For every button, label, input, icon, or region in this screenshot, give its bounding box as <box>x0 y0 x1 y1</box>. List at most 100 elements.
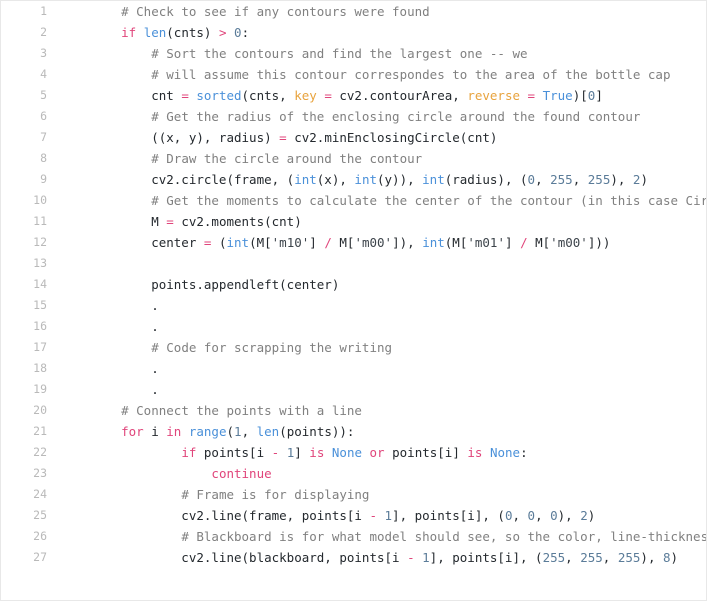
code-line: 22 if points[i - 1] is None or points[i]… <box>1 442 706 463</box>
code-token-op: - <box>369 508 377 523</box>
code-line-content[interactable]: . <box>61 295 706 316</box>
code-line-content[interactable]: # Draw the circle around the contour <box>61 148 706 169</box>
code-line: 5 cnt = sorted(cnts, key = cv2.contourAr… <box>1 85 706 106</box>
code-line-content[interactable]: # Sort the contours and find the largest… <box>61 43 706 64</box>
line-number[interactable]: 18 <box>1 358 61 379</box>
code-line-content[interactable]: # Code for scrapping the writing <box>61 337 706 358</box>
code-token-op: = <box>527 88 536 103</box>
line-number[interactable]: 13 <box>1 253 61 274</box>
code-token-bi: int <box>226 235 250 250</box>
line-number[interactable]: 15 <box>1 295 61 316</box>
code-token-num: 0 <box>527 508 536 523</box>
code-line: 6 # Get the radius of the enclosing circ… <box>1 106 706 127</box>
line-number[interactable]: 14 <box>1 274 61 295</box>
line-number[interactable]: 4 <box>1 64 61 85</box>
line-number[interactable]: 10 <box>1 190 61 211</box>
code-token-pl: cv2.line(frame, points[i <box>91 508 370 523</box>
code-token-pl: cv2.contourArea, <box>331 88 468 103</box>
code-line-content[interactable]: cv2.line(blackboard, points[i - 1], poin… <box>61 547 706 568</box>
line-number[interactable]: 12 <box>1 232 61 253</box>
code-token-pl: ), <box>640 550 663 565</box>
code-token-str: 'm00' <box>550 235 588 250</box>
code-token-num: 8 <box>663 550 671 565</box>
code-line-content[interactable]: center = (int(M['m10'] / M['m00']), int(… <box>61 232 706 253</box>
code-line-content[interactable]: # Check to see if any contours were foun… <box>61 1 706 22</box>
line-number[interactable]: 23 <box>1 463 61 484</box>
code-line-content[interactable]: cv2.circle(frame, (int(x), int(y)), int(… <box>61 169 706 190</box>
code-line-content[interactable]: M = cv2.moments(cnt) <box>61 211 706 232</box>
code-token-kw: if <box>181 445 197 460</box>
code-token-pl: ]), <box>392 235 423 250</box>
code-token-bi: range <box>188 424 227 439</box>
line-number[interactable]: 7 <box>1 127 61 148</box>
line-number[interactable]: 17 <box>1 337 61 358</box>
code-token-cmt: # Connect the points with a line <box>121 403 362 418</box>
code-token-kw: if <box>121 25 137 40</box>
line-number[interactable]: 5 <box>1 85 61 106</box>
line-number[interactable]: 2 <box>1 22 61 43</box>
line-number[interactable]: 27 <box>1 547 61 568</box>
line-number[interactable]: 9 <box>1 169 61 190</box>
code-line-content[interactable]: # will assume this contour correspondes … <box>61 64 706 85</box>
code-line-content[interactable]: # Get the radius of the enclosing circle… <box>61 106 706 127</box>
line-number[interactable]: 20 <box>1 400 61 421</box>
code-line-content[interactable]: # Blackboard is for what model should se… <box>61 526 706 547</box>
code-line-content[interactable] <box>61 253 706 274</box>
line-number[interactable]: 21 <box>1 421 61 442</box>
code-line-content[interactable]: cv2.line(frame, points[i - 1], points[i]… <box>61 505 706 526</box>
code-line-content[interactable]: . <box>61 379 706 400</box>
line-number[interactable]: 26 <box>1 526 61 547</box>
line-number[interactable]: 6 <box>1 106 61 127</box>
code-line-content[interactable]: points.appendleft(center) <box>61 274 706 295</box>
code-token-pl: , <box>512 508 528 523</box>
line-number[interactable]: 11 <box>1 211 61 232</box>
code-token-par: key <box>294 88 317 103</box>
code-token-pl: , <box>241 424 257 439</box>
code-line: 3 # Sort the contours and find the large… <box>1 43 706 64</box>
code-token-bi: len <box>143 25 167 40</box>
line-number[interactable]: 16 <box>1 316 61 337</box>
code-line-content[interactable]: cnt = sorted(cnts, key = cv2.contourArea… <box>61 85 706 106</box>
code-token-pl: ] <box>294 445 310 460</box>
code-line-content[interactable]: # Get the moments to calculate the cente… <box>61 190 706 211</box>
code-token-pl: points[i <box>196 445 272 460</box>
line-number[interactable]: 22 <box>1 442 61 463</box>
line-number[interactable]: 3 <box>1 43 61 64</box>
line-number[interactable]: 24 <box>1 484 61 505</box>
code-line-content[interactable]: # Connect the points with a line <box>61 400 706 421</box>
code-line-content[interactable]: . <box>61 316 706 337</box>
code-line-content[interactable]: # Frame is for displaying <box>61 484 706 505</box>
code-token-pl: M[ <box>331 235 355 250</box>
line-number[interactable]: 8 <box>1 148 61 169</box>
line-number[interactable]: 25 <box>1 505 61 526</box>
code-token-pl: (cnts) <box>166 25 219 40</box>
line-number[interactable]: 19 <box>1 379 61 400</box>
code-token-pl: (radius), ( <box>444 172 528 187</box>
code-token-pl: ], points[i], ( <box>429 550 543 565</box>
code-listing: 1 # Check to see if any contours were fo… <box>1 1 706 568</box>
code-viewer[interactable]: 1 # Check to see if any contours were fo… <box>0 0 707 601</box>
code-token-par: reverse <box>467 88 521 103</box>
code-line-content[interactable]: . <box>61 358 706 379</box>
code-token-num: 1 <box>422 550 430 565</box>
code-line: 7 ((x, y), radius) = cv2.minEnclosingCir… <box>1 127 706 148</box>
code-line-content[interactable]: ((x, y), radius) = cv2.minEnclosingCircl… <box>61 127 706 148</box>
code-token-pl: points.appendleft(center) <box>91 277 340 292</box>
code-line-content[interactable]: for i in range(1, len(points)): <box>61 421 706 442</box>
code-line-content[interactable]: if len(cnts) > 0: <box>61 22 706 43</box>
code-token-pl: i <box>143 424 167 439</box>
code-token-cmt: # will assume this contour correspondes … <box>151 67 671 82</box>
code-line-content[interactable]: continue <box>61 463 706 484</box>
code-token-pl: , <box>535 508 551 523</box>
code-line-content[interactable]: if points[i - 1] is None or points[i] is… <box>61 442 706 463</box>
line-number[interactable]: 1 <box>1 1 61 22</box>
